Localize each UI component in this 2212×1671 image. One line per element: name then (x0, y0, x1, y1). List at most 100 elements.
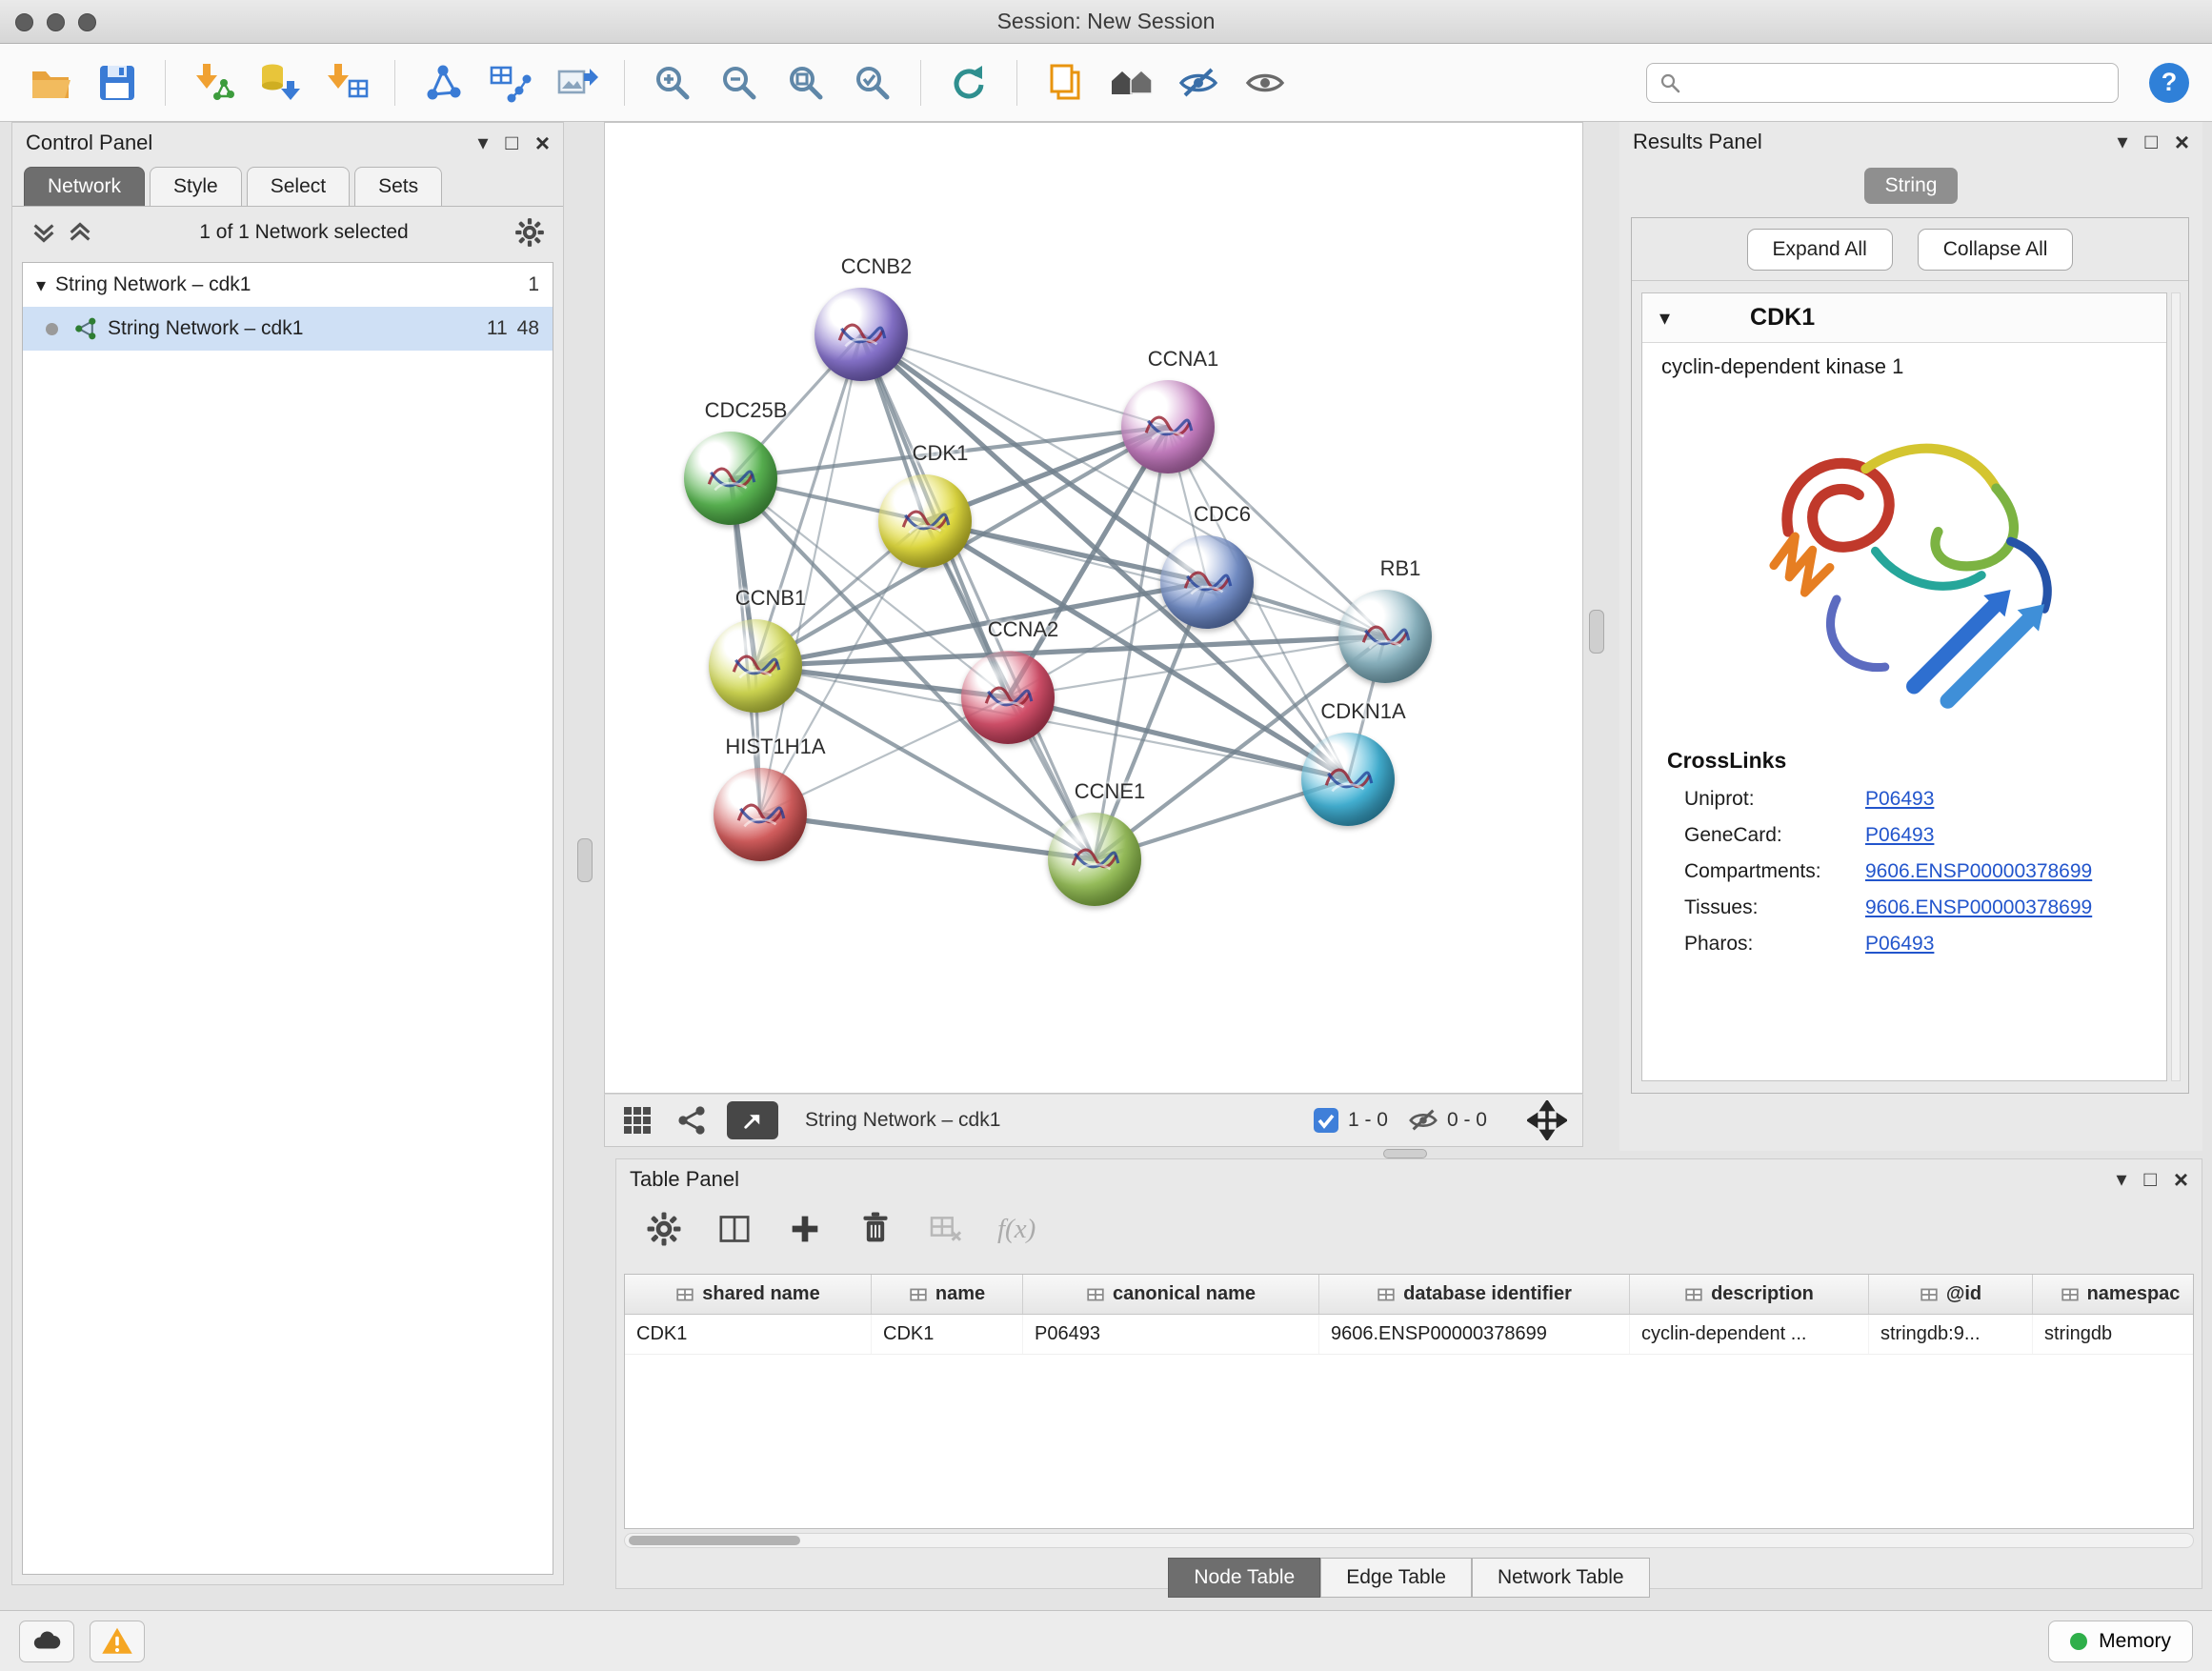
expand-all-button[interactable]: Expand All (1747, 229, 1893, 271)
tab-sets[interactable]: Sets (354, 167, 442, 206)
apply-layout-button[interactable] (941, 55, 996, 111)
hide-selected-button[interactable] (1171, 55, 1226, 111)
zoom-fit-button[interactable] (778, 55, 834, 111)
open-session-button[interactable] (23, 55, 78, 111)
string-results-tab[interactable]: String (1864, 168, 1959, 204)
crosslink-value[interactable]: P06493 (1865, 788, 1934, 811)
grid-view-icon[interactable] (620, 1103, 654, 1137)
close-panel-icon[interactable]: × (535, 131, 550, 155)
network-node-CCNA1[interactable] (1121, 380, 1215, 473)
crosslink-value[interactable]: P06493 (1865, 824, 1934, 847)
pan-move-icon[interactable] (1527, 1100, 1567, 1140)
table-horizontal-scrollbar[interactable] (624, 1533, 2194, 1548)
collapse-all-button[interactable]: Collapse All (1918, 229, 2074, 271)
birdseye-view-button[interactable] (727, 1101, 778, 1139)
network-edge-CCNB2-CCNA1[interactable] (861, 334, 1168, 427)
network-node-CCNE1[interactable] (1048, 813, 1141, 906)
memory-button[interactable]: Memory (2048, 1621, 2193, 1662)
copy-button[interactable] (1037, 55, 1093, 111)
tab-select[interactable]: Select (247, 167, 350, 206)
cloud-status-button[interactable] (19, 1621, 74, 1662)
expand-all-icon[interactable] (66, 218, 94, 247)
tab-node-table[interactable]: Node Table (1168, 1558, 1320, 1598)
column-header-namespac[interactable]: namespac (2033, 1275, 2194, 1314)
results-scrollbar[interactable] (2171, 292, 2181, 1081)
float-panel-icon[interactable]: □ (2144, 1169, 2157, 1190)
network-edge-HIST1H1A-CCNE1[interactable] (760, 815, 1095, 859)
float-panel-icon[interactable]: □ (506, 132, 518, 153)
show-all-button[interactable] (1237, 55, 1293, 111)
hidden-eye-icon[interactable] (1407, 1104, 1439, 1137)
network-node-CDK1[interactable] (878, 474, 972, 568)
crosslink-value[interactable]: 9606.ENSP00000378699 (1865, 860, 2092, 883)
crosslink-value[interactable]: 9606.ENSP00000378699 (1865, 896, 2092, 919)
tab-network-table[interactable]: Network Table (1472, 1558, 1650, 1598)
network-node-CCNB2[interactable] (814, 288, 908, 381)
column-header-shared-name[interactable]: shared name (625, 1275, 872, 1314)
column-header-name[interactable]: name (872, 1275, 1023, 1314)
maximize-window-button[interactable] (78, 13, 96, 31)
import-table-button[interactable] (319, 55, 374, 111)
network-node-CDC6[interactable] (1160, 535, 1254, 629)
add-column-icon[interactable] (786, 1210, 824, 1248)
table-gear-icon[interactable] (645, 1210, 683, 1248)
import-network-from-database-button[interactable] (252, 55, 308, 111)
network-node-CCNA2[interactable] (961, 651, 1055, 744)
network-edge-CDK1-RB1[interactable] (925, 521, 1385, 636)
export-image-button[interactable] (549, 55, 604, 111)
table-panel: Table Panel ▾ □ × f(x) shared namenameca… (615, 1158, 2202, 1589)
tab-network[interactable]: Network (24, 167, 145, 206)
minimize-window-button[interactable] (47, 13, 65, 31)
save-session-button[interactable] (90, 55, 145, 111)
delete-column-icon[interactable] (856, 1210, 895, 1248)
scrollbar-thumb[interactable] (629, 1536, 800, 1545)
warnings-button[interactable] (90, 1621, 145, 1662)
network-node-CDC25B[interactable] (684, 432, 777, 525)
column-header-description[interactable]: description (1630, 1275, 1869, 1314)
float-panel-icon[interactable]: □ (2145, 131, 2158, 152)
network-edge-CCNB2-HIST1H1A[interactable] (760, 334, 861, 815)
network-node-RB1[interactable] (1338, 590, 1432, 683)
import-network-from-file-button[interactable] (186, 55, 241, 111)
float-menu-icon[interactable]: ▾ (2116, 1169, 2126, 1190)
network-and-table-button[interactable] (482, 55, 537, 111)
gene-section-header[interactable]: ▾ CDK1 (1642, 293, 2166, 343)
zoom-selected-button[interactable] (845, 55, 900, 111)
network-view-name: String Network – cdk1 (805, 1109, 1000, 1132)
zoom-in-button[interactable] (645, 55, 700, 111)
float-menu-icon[interactable]: ▾ (477, 132, 488, 153)
float-menu-icon[interactable]: ▾ (2117, 131, 2127, 152)
network-node-HIST1H1A[interactable] (714, 768, 807, 861)
network-collection-row[interactable]: ▾ String Network – cdk1 1 (23, 263, 553, 307)
column-header--id[interactable]: @id (1869, 1275, 2033, 1314)
new-network-button[interactable] (415, 55, 471, 111)
splitter-grip[interactable] (577, 838, 593, 882)
network-node-CCNB1[interactable] (709, 619, 802, 713)
show-columns-icon[interactable] (715, 1210, 754, 1248)
network-node-CDKN1A[interactable] (1301, 733, 1395, 826)
collapse-all-icon[interactable] (30, 218, 58, 247)
column-header-database-identifier[interactable]: database identifier (1319, 1275, 1630, 1314)
selected-checkbox-icon[interactable] (1312, 1106, 1340, 1135)
zoom-out-button[interactable] (712, 55, 767, 111)
tab-style[interactable]: Style (150, 167, 242, 206)
section-expander-icon[interactable]: ▾ (1659, 306, 1670, 331)
close-panel-icon[interactable]: × (2175, 130, 2189, 154)
network-edge-CCNB2-CCNE1[interactable] (861, 334, 1095, 859)
share-view-icon[interactable] (674, 1103, 708, 1137)
tree-expander-icon[interactable]: ▾ (36, 273, 46, 297)
splitter-grip[interactable] (1383, 1149, 1427, 1158)
network-canvas[interactable]: CCNB2CCNA1CDC25BCDK1CDC6RB1CCNB1CCNA2CDK… (604, 122, 1583, 1094)
network-row-selected[interactable]: String Network – cdk1 11 48 (23, 307, 553, 351)
gear-icon[interactable] (513, 216, 546, 249)
crosslink-value[interactable]: P06493 (1865, 933, 1934, 956)
column-header-canonical-name[interactable]: canonical name (1023, 1275, 1319, 1314)
search-input[interactable] (1689, 71, 2106, 93)
tab-edge-table[interactable]: Edge Table (1320, 1558, 1472, 1598)
table-row[interactable]: CDK1CDK1P064939606.ENSP00000378699cyclin… (625, 1315, 2193, 1355)
close-window-button[interactable] (15, 13, 33, 31)
home-button[interactable] (1104, 55, 1159, 111)
splitter-grip[interactable] (1589, 610, 1604, 654)
help-button[interactable]: ? (2149, 63, 2189, 103)
close-panel-icon[interactable]: × (2174, 1167, 2188, 1192)
